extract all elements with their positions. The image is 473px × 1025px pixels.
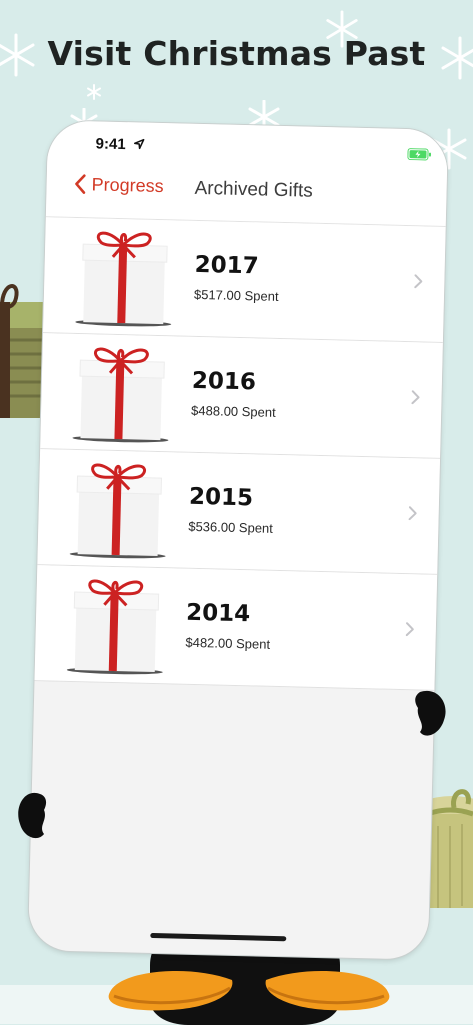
penguin-foot-left — [108, 970, 233, 1011]
gift-spent: $482.00 Spent — [185, 634, 271, 652]
gift-box-image — [72, 347, 169, 443]
gift-spent: $488.00 Spent — [190, 402, 276, 420]
snowflake-icon — [87, 84, 101, 100]
penguin-flipper-left — [18, 792, 47, 839]
chevron-right-icon — [411, 390, 420, 405]
page-title: Archived Gifts — [194, 177, 314, 202]
gift-spent: $517.00 Spent — [193, 286, 279, 304]
chevron-right-icon — [408, 506, 417, 521]
gift-box-image — [66, 579, 163, 675]
gift-year: 2016 — [191, 367, 257, 396]
penguin-flipper-right — [415, 690, 446, 736]
battery-charging-icon — [407, 148, 431, 161]
gift-row-2017[interactable]: 2017 $517.00 Spent — [42, 217, 446, 343]
back-button[interactable]: Progress — [74, 171, 164, 199]
chevron-right-icon — [414, 274, 423, 289]
gift-year: 2015 — [188, 483, 254, 512]
gift-year: 2014 — [185, 599, 251, 628]
gift-box-image — [69, 463, 166, 559]
home-indicator[interactable] — [150, 932, 287, 942]
chevron-left-icon — [75, 174, 86, 194]
gift-row-2015[interactable]: 2015 $536.00 Spent — [37, 449, 441, 575]
penguin-foot-right — [265, 970, 390, 1011]
phone-frame: 9:41 Progress Archived Gifts 2017 $517.0… — [27, 120, 449, 960]
gift-list: 2017 $517.00 Spent 2016 $488.00 Spent 20… — [34, 217, 446, 691]
location-arrow-icon — [133, 138, 145, 150]
gift-box-image — [75, 231, 172, 327]
status-time: 9:41 — [95, 135, 126, 154]
navigation-bar: 9:41 Progress Archived Gifts — [45, 120, 449, 227]
gift-year: 2017 — [194, 251, 260, 280]
gift-row-2016[interactable]: 2016 $488.00 Spent — [40, 333, 443, 459]
gift-row-2014[interactable]: 2014 $482.00 Spent — [34, 565, 438, 691]
headline: Visit Christmas Past — [47, 34, 426, 73]
back-button-label: Progress — [91, 173, 164, 196]
phone-screen: 9:41 Progress Archived Gifts 2017 $517.0… — [27, 120, 449, 960]
chevron-right-icon — [405, 622, 414, 637]
gift-spent: $536.00 Spent — [188, 518, 274, 536]
